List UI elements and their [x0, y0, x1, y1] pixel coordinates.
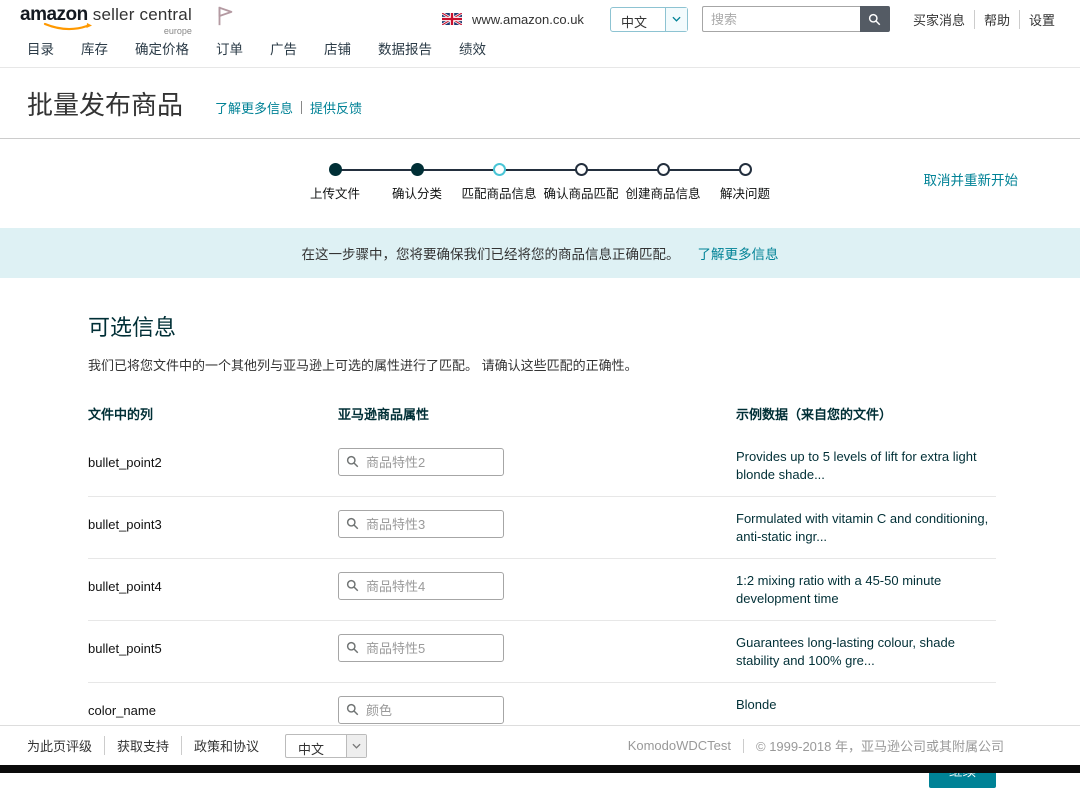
buyer-messages-link[interactable]: 买家消息: [904, 10, 974, 29]
chevron-down-icon: [346, 735, 366, 757]
search-icon: [346, 517, 359, 530]
step-dot: [657, 163, 670, 176]
divider: [301, 101, 302, 114]
main-content: 可选信息 我们已将您文件中的一个其他列与亚马逊上可选的属性进行了匹配。 请确认这…: [0, 310, 1080, 788]
step-confirm-category: 确认分类: [376, 163, 458, 202]
file-column-name: bullet_point5: [88, 634, 338, 656]
nav-item-inventory[interactable]: 库存: [81, 38, 108, 58]
chevron-down-icon: [665, 8, 687, 31]
policies-link[interactable]: 政策和协议: [181, 736, 271, 755]
attribute-search-input[interactable]: [338, 510, 504, 538]
banner-text: 在这一步骤中，您将要确保我们已经将您的商品信息正确匹配。: [302, 243, 680, 263]
step-match-product-info: 匹配商品信息: [458, 163, 540, 202]
table-row: bullet_point2 Provides up to 5 levels of…: [88, 435, 996, 497]
seller-central-logo[interactable]: amazon seller central europe: [20, 3, 192, 36]
workflow-stepper-section: 取消并重新开始 上传文件 确认分类 匹配商品信息 确认商品匹配 创建商品信息 解…: [0, 139, 1080, 218]
table-row: bullet_point3 Formulated with vitamin C …: [88, 497, 996, 559]
section-title: 可选信息: [88, 310, 996, 342]
header-search: [702, 6, 890, 32]
language-select[interactable]: 中文: [610, 7, 688, 32]
seller-central-wordmark: seller central: [93, 6, 192, 23]
language-select-value: 中文: [611, 8, 665, 31]
step-dot: [739, 163, 752, 176]
step-dot-current: [493, 163, 506, 176]
search-icon: [868, 13, 881, 26]
info-banner: 在这一步骤中，您将要确保我们已经将您的商品信息正确匹配。 了解更多信息: [0, 228, 1080, 278]
page-title: 批量发布商品: [27, 85, 183, 122]
col-header-amazon-attribute: 亚马逊商品属性: [338, 404, 736, 423]
footer-language-select[interactable]: 中文: [285, 734, 367, 758]
table-header-row: 文件中的列 亚马逊商品属性 示例数据（来自您的文件）: [88, 396, 996, 435]
pennant-flag-icon: [214, 4, 236, 28]
sample-data: Guarantees long-lasting colour, shade st…: [736, 634, 996, 669]
search-button[interactable]: [860, 6, 890, 32]
col-header-sample-data: 示例数据（来自您的文件）: [736, 404, 996, 423]
file-column-name: color_name: [88, 696, 338, 718]
col-header-file-column: 文件中的列: [88, 404, 338, 423]
sample-data: Blonde: [736, 696, 996, 714]
nav-item-catalog[interactable]: 目录: [27, 38, 54, 58]
nav-item-pricing[interactable]: 确定价格: [135, 38, 189, 58]
step-dot: [411, 163, 424, 176]
page-header: 批量发布商品 了解更多信息 提供反馈: [0, 68, 1080, 139]
top-header: amazon seller central europe www.amazon.…: [0, 0, 1080, 38]
divider: [743, 739, 744, 753]
attribute-search-input[interactable]: [338, 572, 504, 600]
account-name: KomodoWDCTest: [628, 738, 731, 753]
nav-item-performance[interactable]: 绩效: [459, 38, 486, 58]
feedback-link[interactable]: 提供反馈: [310, 98, 362, 117]
copyright-text: © 1999-2018 年，亚马逊公司或其附属公司: [756, 736, 1004, 755]
file-column-name: bullet_point4: [88, 572, 338, 594]
uk-flag-icon: [442, 13, 462, 25]
marketplace-switcher[interactable]: www.amazon.co.uk: [442, 12, 584, 27]
nav-item-orders[interactable]: 订单: [216, 38, 243, 58]
step-confirm-match: 确认商品匹配: [540, 163, 622, 202]
get-support-link[interactable]: 获取支持: [104, 736, 181, 755]
cancel-restart-link[interactable]: 取消并重新开始: [924, 169, 1019, 189]
search-icon: [346, 703, 359, 716]
section-description: 我们已将您文件中的一个其他列与亚马逊上可选的属性进行了匹配。 请确认这些匹配的正…: [88, 355, 996, 374]
step-create-product-info: 创建商品信息: [622, 163, 704, 202]
table-row: bullet_point5 Guarantees long-lasting co…: [88, 621, 996, 683]
table-row: bullet_point4 1:2 mixing ratio with a 45…: [88, 559, 996, 621]
mapping-table: 文件中的列 亚马逊商品属性 示例数据（来自您的文件） bullet_point2…: [88, 396, 996, 738]
attribute-search-input[interactable]: [338, 696, 504, 724]
sample-data: Provides up to 5 levels of lift for extr…: [736, 448, 996, 483]
file-column-name: bullet_point3: [88, 510, 338, 532]
marketplace-url: www.amazon.co.uk: [472, 12, 584, 27]
rate-page-link[interactable]: 为此页评级: [27, 736, 104, 755]
footer-language-value: 中文: [286, 735, 346, 757]
header-links: 买家消息 帮助 设置: [904, 10, 1064, 29]
banner-learn-more-link[interactable]: 了解更多信息: [698, 243, 779, 263]
amazon-smile-icon: [43, 22, 95, 32]
nav-item-reports[interactable]: 数据报告: [378, 38, 432, 58]
step-dot: [329, 163, 342, 176]
settings-link[interactable]: 设置: [1019, 10, 1064, 29]
workflow-stepper: 上传文件 确认分类 匹配商品信息 确认商品匹配 创建商品信息 解决问题: [294, 163, 786, 202]
nav-item-advertising[interactable]: 广告: [270, 38, 297, 58]
step-dot: [575, 163, 588, 176]
learn-more-link[interactable]: 了解更多信息: [215, 98, 293, 117]
main-nav: 目录 库存 确定价格 订单 广告 店铺 数据报告 绩效: [0, 38, 1080, 68]
sample-data: Formulated with vitamin C and conditioni…: [736, 510, 996, 545]
search-icon: [346, 455, 359, 468]
file-column-name: bullet_point2: [88, 448, 338, 470]
search-icon: [346, 641, 359, 654]
step-resolve-issues: 解决问题: [704, 163, 786, 202]
bottom-black-bar: [0, 765, 1080, 773]
search-input[interactable]: [702, 6, 860, 32]
sample-data: 1:2 mixing ratio with a 45-50 minute dev…: [736, 572, 996, 607]
step-upload-file: 上传文件: [294, 163, 376, 202]
page-footer: 为此页评级 获取支持 政策和协议 中文 KomodoWDCTest © 1999…: [0, 725, 1080, 765]
help-link[interactable]: 帮助: [974, 10, 1019, 29]
nav-item-stores[interactable]: 店铺: [324, 38, 351, 58]
attribute-search-input[interactable]: [338, 448, 504, 476]
search-icon: [346, 579, 359, 592]
attribute-search-input[interactable]: [338, 634, 504, 662]
